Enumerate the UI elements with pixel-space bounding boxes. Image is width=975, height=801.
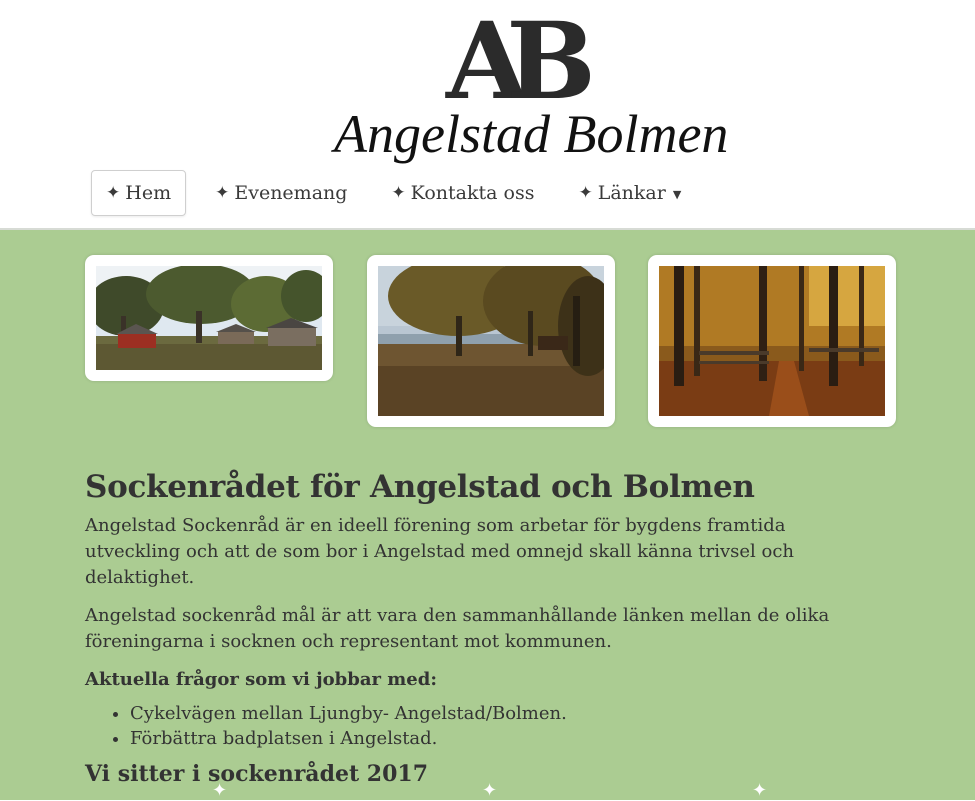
gallery-photo-forest (659, 266, 885, 416)
list-item: Förbättra badplatsen i Angelstad. (130, 726, 885, 751)
issues-list: Cykelvägen mellan Ljungby- Angelstad/Bol… (85, 701, 885, 751)
star-icon: ✦ (391, 183, 406, 203)
site-logo[interactable]: AB Angelstad Bolmen (330, 0, 728, 173)
nav-item-lankar-dropdown[interactable]: ✦ Länkar ▼ (563, 170, 696, 216)
list-item: Cykelvägen mellan Ljungby- Angelstad/Bol… (130, 701, 885, 726)
goal-paragraph: Angelstad sockenråd mål är att vara den … (85, 605, 830, 652)
gallery-photo-cabins (96, 266, 322, 370)
star-icon: ✦ (578, 183, 593, 203)
photo-card[interactable] (85, 255, 333, 381)
nav-item-evenemang[interactable]: ✦ Evenemang (200, 170, 362, 216)
main-nav: ✦ Hem ✦ Evenemang ✦ Kontakta oss ✦ Länka… (91, 170, 710, 216)
logo-monogram: AB (446, 0, 596, 123)
sparkle-icon: ✦ (212, 780, 228, 801)
sparkle-icon: ✦ (752, 780, 768, 801)
page-title: Sockenrådet för Angelstad och Bolmen (85, 469, 755, 505)
gallery-photo-lake (378, 266, 604, 416)
nav-item-label: Kontakta oss (410, 182, 535, 204)
caret-down-icon: ▼ (672, 187, 682, 201)
nav-item-label: Hem (125, 182, 172, 204)
issues-heading: Aktuella frågor som vi jobbar med: (85, 669, 437, 690)
photo-card[interactable] (367, 255, 615, 427)
nav-item-label: Länkar (597, 182, 666, 204)
intro-paragraph: Angelstad Sockenråd är en ideell förenin… (85, 515, 795, 588)
star-icon: ✦ (106, 183, 121, 203)
star-icon: ✦ (215, 183, 230, 203)
main-content-area: Sockenrådet för Angelstad och Bolmen Ang… (0, 230, 975, 800)
intro-section: Sockenrådet för Angelstad och Bolmen Ang… (85, 467, 885, 789)
site-header: AB Angelstad Bolmen ✦ Hem ✦ Evenemang ✦ … (0, 0, 975, 230)
nav-item-hem[interactable]: ✦ Hem (91, 170, 187, 216)
sparkle-icon: ✦ (482, 780, 498, 801)
logo-script-text: Angelstad Bolmen (334, 104, 729, 164)
photo-card[interactable] (648, 255, 896, 427)
nav-item-label: Evenemang (234, 182, 348, 204)
nav-item-kontakta-oss[interactable]: ✦ Kontakta oss (376, 170, 549, 216)
